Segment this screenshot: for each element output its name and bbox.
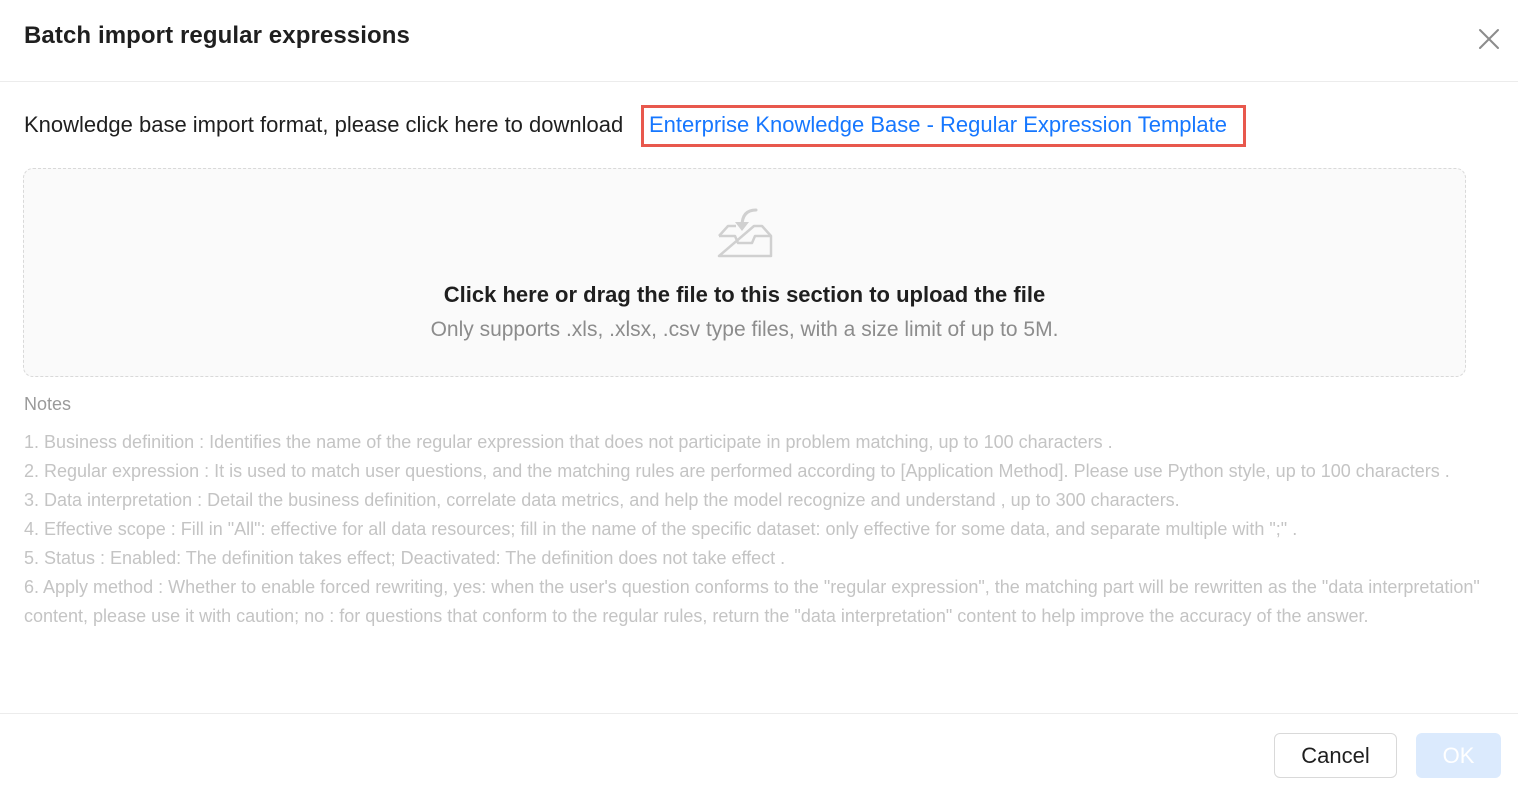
- note-item: 6. Apply method : Whether to enable forc…: [24, 577, 1480, 626]
- cancel-button[interactable]: Cancel: [1274, 733, 1397, 778]
- download-format-text: Knowledge base import format, please cli…: [24, 112, 624, 137]
- template-download-link[interactable]: Enterprise Knowledge Base - Regular Expr…: [649, 112, 1227, 138]
- notes-heading: Notes: [24, 394, 72, 414]
- notes-list: 1. Business definition : Identifies the …: [24, 428, 1484, 631]
- note-item: 3. Data interpretation : Detail the busi…: [24, 490, 1180, 510]
- upload-instruction: Click here or drag the file to this sect…: [443, 282, 1046, 307]
- upload-file-constraints: Only supports .xls, .xlsx, .csv type fil…: [430, 318, 1059, 341]
- close-button[interactable]: [1476, 26, 1502, 52]
- note-item: 5. Status : Enabled: The definition take…: [24, 548, 786, 568]
- close-icon: [1479, 29, 1499, 49]
- dialog-header: Batch import regular expressions: [0, 0, 1518, 82]
- batch-import-dialog: Batch import regular expressions Knowled…: [0, 0, 1518, 786]
- file-upload-dropzone[interactable]: [23, 168, 1466, 377]
- inbox-download-icon: [717, 208, 773, 258]
- note-item: 2. Regular expression : It is used to ma…: [24, 461, 1450, 481]
- note-item: 4. Effective scope : Fill in "All": effe…: [24, 519, 1298, 539]
- dialog-title: Batch import regular expressions: [24, 22, 410, 49]
- ok-button[interactable]: OK: [1416, 733, 1501, 778]
- note-item: 1. Business definition : Identifies the …: [24, 432, 1113, 452]
